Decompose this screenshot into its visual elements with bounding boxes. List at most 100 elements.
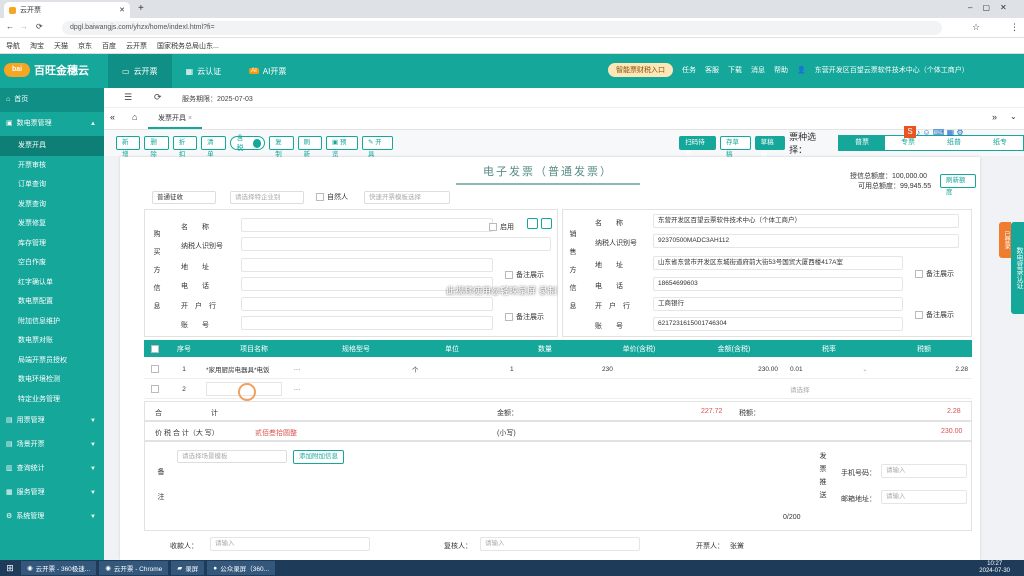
- cell-qty[interactable]: 1: [510, 360, 592, 378]
- chevron-down-icon[interactable]: ⌄: [860, 360, 870, 378]
- sidebar-group[interactable]: ▥ 查询统计 ▼: [0, 457, 104, 481]
- url-field[interactable]: dpgl.baiwangjs.com/yhzx/home/indexI.html…: [62, 21, 942, 35]
- taskbar-item[interactable]: ▰ 录屏: [171, 561, 205, 575]
- add-info-button[interactable]: 添加附加信息: [293, 450, 344, 464]
- issue-button[interactable]: ✎ 开具: [361, 136, 394, 158]
- header-check[interactable]: [144, 340, 166, 357]
- refresh-button[interactable]: 刷新: [297, 136, 322, 158]
- buyer-note2-check[interactable]: 备注展示: [505, 312, 544, 322]
- double-right-icon[interactable]: »: [992, 112, 997, 122]
- download-link[interactable]: 下载: [728, 65, 742, 75]
- natural-person-check[interactable]: 自然人: [316, 192, 348, 202]
- tax-inclusive-toggle[interactable]: 含税: [229, 135, 266, 152]
- seller-note-check[interactable]: 备注展示: [915, 269, 954, 279]
- kind-paper-special[interactable]: 纸专: [976, 136, 1023, 150]
- sidebar-group[interactable]: ▦ 服务管理 ▼: [0, 481, 104, 505]
- nav-cloud-auth[interactable]: ▦ 云认证: [172, 54, 236, 88]
- checkbox[interactable]: [915, 270, 923, 279]
- sidebar-item[interactable]: 数电票配置: [0, 292, 104, 312]
- buyer-account-input[interactable]: [241, 316, 493, 330]
- delete-button[interactable]: 删除: [144, 136, 169, 158]
- checkbox[interactable]: [151, 344, 159, 353]
- sidebar-item[interactable]: 开票审核: [0, 156, 104, 176]
- cell-rate[interactable]: 0.01: [790, 360, 850, 378]
- table-row[interactable]: 2 ··· 请选择: [144, 380, 972, 399]
- remark-textarea[interactable]: [300, 473, 800, 513]
- nav-back-icon[interactable]: ←: [6, 22, 14, 31]
- seller-bank-input[interactable]: 工商银行: [653, 297, 903, 311]
- sidebar-group[interactable]: ▤ 场景开票 ▼: [0, 433, 104, 457]
- seller-address-input[interactable]: 山东省东营市开发区东城街道府前大街53号国贸大厦西楼417A室: [653, 256, 903, 270]
- levy-select[interactable]: 普通征收: [152, 191, 216, 204]
- more-icon[interactable]: ···: [288, 360, 306, 378]
- bookmark-item[interactable]: 导航: [6, 41, 20, 51]
- receiver-input[interactable]: 请输入: [210, 537, 370, 551]
- new-tab-icon[interactable]: +: [138, 3, 144, 14]
- sidebar-item-issue[interactable]: 发票开具: [0, 136, 104, 156]
- sidebar-item[interactable]: 发票查询: [0, 195, 104, 215]
- checkbox[interactable]: [151, 385, 159, 393]
- star-icon[interactable]: ☆: [972, 22, 980, 33]
- nav-cloud-invoice[interactable]: ▭ 云开票: [108, 54, 172, 88]
- template-select[interactable]: 快速开票模板选择: [364, 191, 450, 204]
- taskbar-item[interactable]: ◉ 云开票 - Chrome: [99, 561, 169, 575]
- sidebar-item[interactable]: 数电环境检测: [0, 370, 104, 390]
- reviewer-input[interactable]: 请输入: [480, 537, 640, 551]
- buyer-taxid-input[interactable]: [241, 237, 551, 251]
- window-controls[interactable]: –▢✕: [968, 3, 1017, 12]
- sogou-icon[interactable]: S: [904, 126, 916, 138]
- checkbox[interactable]: [151, 365, 159, 373]
- cell-amount[interactable]: 230.00: [686, 360, 778, 378]
- menu-icon[interactable]: ⋮: [1010, 22, 1019, 33]
- home-icon[interactable]: ⌂: [132, 112, 137, 122]
- seller-name-input[interactable]: 东营开发区百望云票软件技术中心（个体工商户）: [653, 214, 959, 228]
- row-check[interactable]: [144, 380, 166, 398]
- qr-icon[interactable]: [541, 218, 552, 229]
- sidebar-item[interactable]: 附加信息维护: [0, 312, 104, 332]
- nav-ai-invoice[interactable]: AI AI开票: [235, 54, 300, 88]
- nav-forward-icon[interactable]: →: [20, 22, 28, 31]
- seller-phone-input[interactable]: 18654699603: [653, 277, 903, 291]
- reload-icon[interactable]: ⟳: [36, 22, 43, 31]
- chevron-down-icon[interactable]: ⌄: [1010, 112, 1017, 121]
- task-link[interactable]: 任务: [682, 65, 696, 75]
- discount-button[interactable]: 折扣: [172, 136, 198, 158]
- cell-rate[interactable]: 请选择: [790, 380, 850, 398]
- preview-button[interactable]: ▣ 预览: [326, 136, 358, 158]
- checkbox[interactable]: [505, 313, 513, 322]
- buyer-bank-input[interactable]: [241, 297, 493, 311]
- more-icon[interactable]: ···: [288, 380, 306, 398]
- company-select[interactable]: 请选择特企业别: [230, 191, 304, 204]
- table-row[interactable]: 1 *家用厨房电器具*电饭 ··· 个 1 230 230.00 0.01 ⌄ …: [144, 360, 972, 379]
- row-check[interactable]: [144, 360, 166, 378]
- company-name[interactable]: 东营开发区百望云票软件技术中心（个体工商户）: [815, 65, 969, 75]
- help-link[interactable]: 帮助: [774, 65, 788, 75]
- kind-paper-normal[interactable]: 纸普: [930, 136, 977, 150]
- service-link[interactable]: 客服: [705, 65, 719, 75]
- cell-name[interactable]: *家用厨房电器具*电饭: [206, 360, 288, 378]
- copy-button[interactable]: 复制: [269, 136, 294, 158]
- bookmark-item[interactable]: 淘宝: [30, 41, 44, 51]
- seller-account-input[interactable]: 6217231615001746304: [653, 317, 903, 331]
- add-button[interactable]: 新增: [116, 136, 141, 158]
- buyer-name-input[interactable]: [241, 218, 493, 232]
- scan-icon[interactable]: [527, 218, 538, 229]
- draft-box-button[interactable]: 草稿箱: [754, 136, 786, 158]
- cell-price[interactable]: 230: [602, 360, 686, 378]
- email-input[interactable]: 请输入: [881, 490, 967, 504]
- login-side-tab[interactable]: 已登录: [999, 222, 1011, 258]
- seller-taxid-input[interactable]: 92370500MADC3AH112: [653, 234, 959, 248]
- taskbar-item[interactable]: ● 公众录屏（360...: [207, 561, 275, 575]
- cell-spec[interactable]: [306, 360, 406, 378]
- sidebar-item[interactable]: 局端开票员授权: [0, 351, 104, 371]
- buyer-enable-check[interactable]: 启用: [489, 222, 514, 232]
- kind-normal[interactable]: 普票: [838, 136, 885, 150]
- list-button[interactable]: 清单: [201, 136, 226, 158]
- taskbar-item[interactable]: ◉ 云开票 - 360极速...: [21, 561, 97, 575]
- bookmark-item[interactable]: 百度: [102, 41, 116, 51]
- buyer-address-input[interactable]: [241, 258, 493, 272]
- kind-special[interactable]: 专票: [884, 136, 931, 150]
- bookmark-item[interactable]: 京东: [78, 41, 92, 51]
- cell-unit[interactable]: 个: [412, 360, 498, 378]
- save-draft-button[interactable]: 存草稿: [720, 136, 751, 158]
